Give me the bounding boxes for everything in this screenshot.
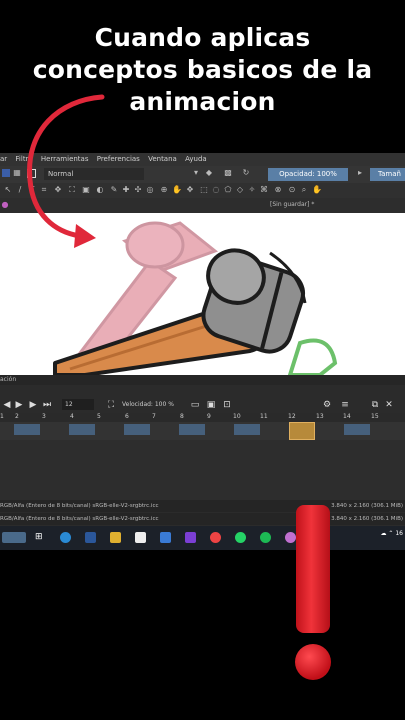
exclamation-dot	[295, 644, 331, 680]
arrow-head-icon	[74, 224, 96, 248]
arrow-shaft	[27, 94, 105, 239]
red-arrow-overlay	[27, 94, 105, 248]
exclamation-bar	[296, 505, 330, 633]
